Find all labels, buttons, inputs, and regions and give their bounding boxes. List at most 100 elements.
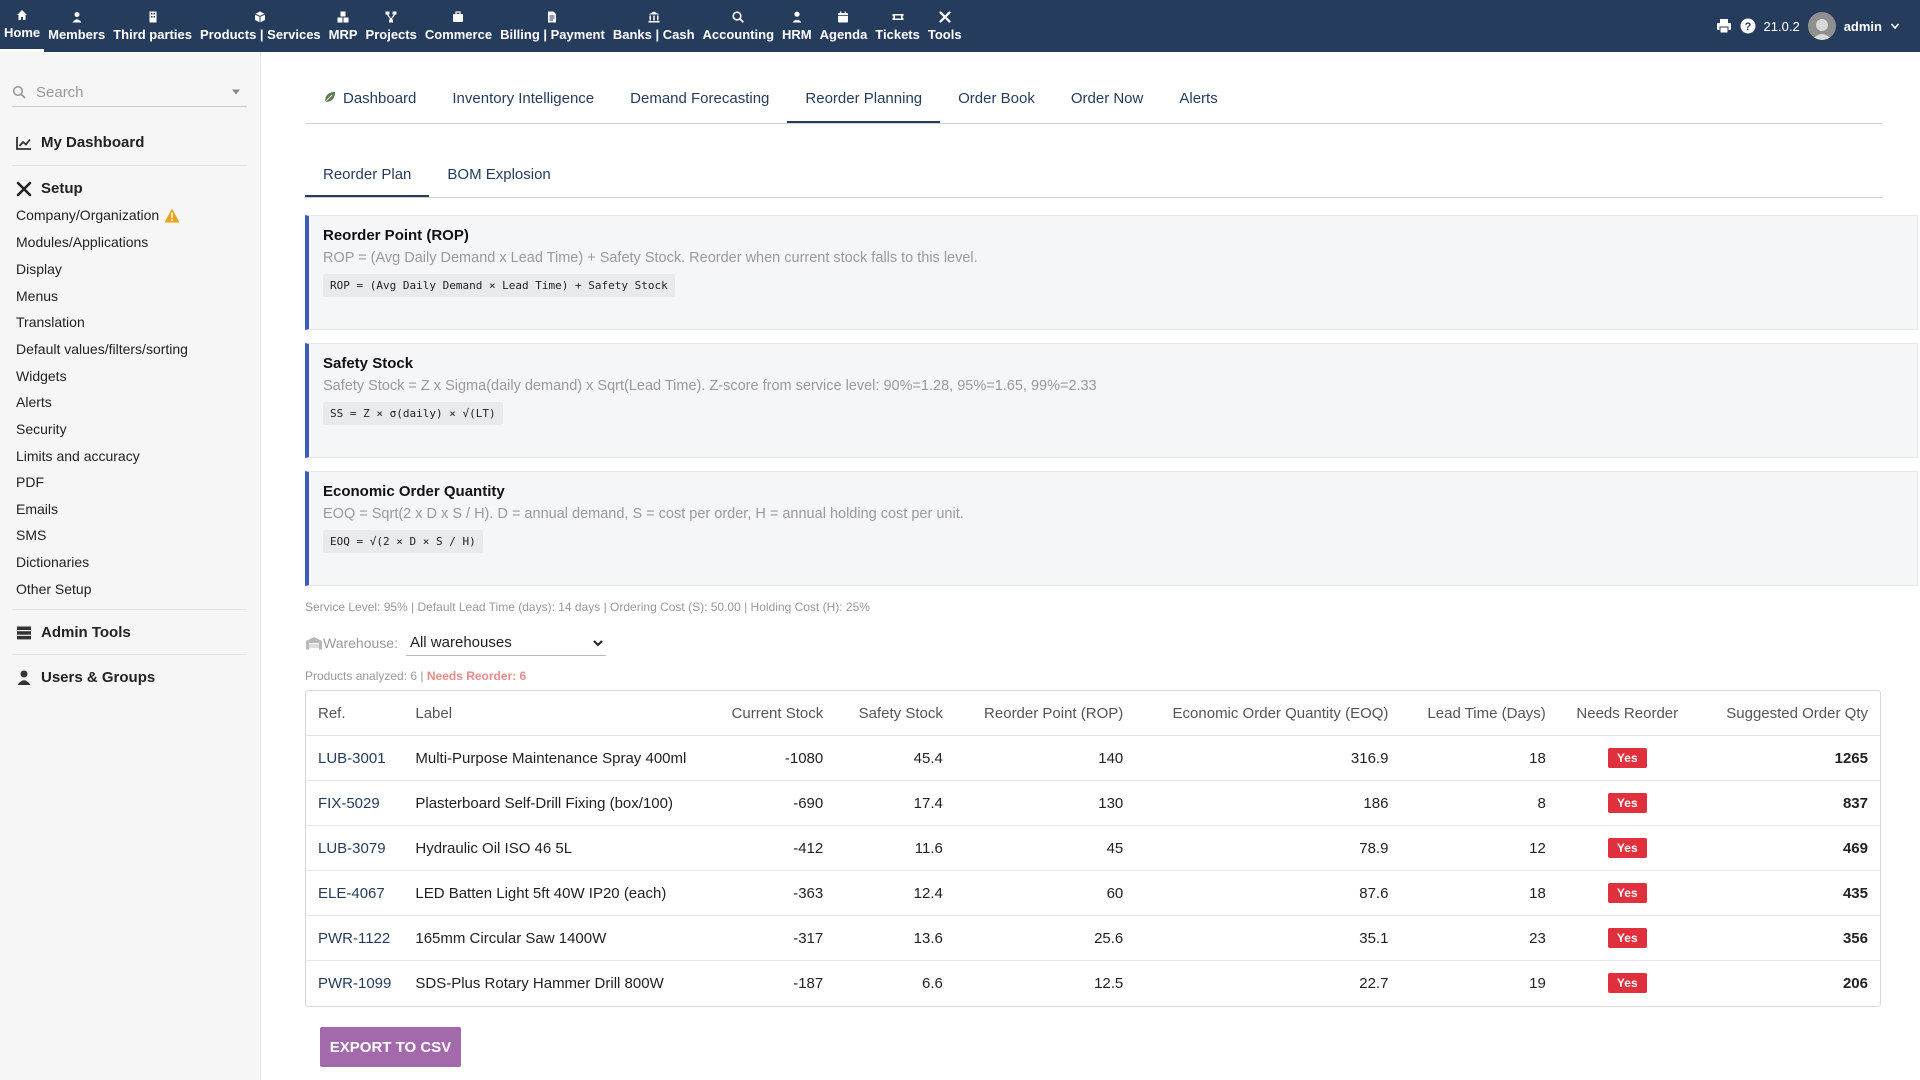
sidebar-item-other-setup[interactable]: Other Setup — [16, 581, 92, 597]
briefcase-icon — [453, 10, 464, 22]
col-needs-reorder[interactable]: Needs Reorder — [1557, 691, 1697, 736]
product-ref-link[interactable]: LUB-3079 — [306, 825, 404, 871]
menu-hrm[interactable]: HRM — [778, 0, 816, 52]
calendar-icon — [838, 11, 849, 22]
tools-icon — [16, 181, 32, 196]
help-icon[interactable]: ? — [1740, 18, 1756, 34]
sidebar-item-widgets[interactable]: Widgets — [16, 368, 67, 384]
info-title: Reorder Point (ROP) — [323, 227, 469, 244]
menu-mrp[interactable]: MRP — [325, 0, 362, 52]
tab-label: Order Book — [958, 90, 1035, 107]
menu-commerce[interactable]: Commerce — [421, 0, 496, 52]
sidebar-item-alerts[interactable]: Alerts — [16, 394, 52, 410]
table-row: ELE-4067 LED Batten Light 5ft 40W IP20 (… — [306, 870, 1880, 916]
col-current-stock[interactable]: Current Stock — [707, 691, 836, 736]
username[interactable]: admin — [1844, 19, 1882, 34]
export-csv-button[interactable]: EXPORT TO CSV — [320, 1027, 461, 1067]
col-rop[interactable]: Reorder Point (ROP) — [954, 691, 1136, 736]
menu-accounting[interactable]: Accounting — [699, 0, 779, 52]
sidebar-item-label: Other Setup — [16, 581, 92, 597]
sidebar-item-security[interactable]: Security — [16, 421, 67, 437]
sidebar-item-default-values[interactable]: Default values/filters/sorting — [16, 341, 188, 357]
menu-label: Members — [48, 26, 106, 42]
eoq: 186 — [1135, 780, 1401, 826]
sidebar-item-menus[interactable]: Menus — [16, 288, 58, 304]
tab-order-now[interactable]: Order Now — [1053, 80, 1162, 123]
product-ref-link[interactable]: PWR-1099 — [306, 961, 403, 1006]
menu-home[interactable]: Home — [0, 0, 45, 52]
col-ref[interactable]: Ref. — [306, 691, 404, 736]
product-ref-link[interactable]: LUB-3001 — [306, 735, 404, 781]
tab-order-book[interactable]: Order Book — [940, 80, 1053, 123]
chevron-down-icon[interactable] — [1890, 21, 1900, 31]
menu-third-parties[interactable]: Third parties — [109, 0, 196, 52]
left-sidebar: Search My Dashboard Setup Company/Organi… — [0, 52, 261, 1080]
tab-label: BOM Explosion — [447, 166, 551, 183]
warehouse-label: Warehouse: — [323, 635, 398, 651]
table-row: PWR-1099 SDS-Plus Rotary Hammer Drill 80… — [306, 961, 1880, 1006]
my-dashboard-link[interactable]: My Dashboard — [16, 134, 144, 151]
product-ref-link[interactable]: FIX-5029 — [306, 780, 404, 826]
menu-members[interactable]: Members — [44, 0, 109, 52]
sidebar-item-emails[interactable]: Emails — [16, 501, 58, 517]
menu-label: MRP — [328, 26, 358, 42]
menu-label: Banks | Cash — [612, 26, 695, 42]
sidebar-item-sms[interactable]: SMS — [16, 527, 46, 543]
users-groups-link[interactable]: Users & Groups — [16, 669, 155, 686]
menu-agenda[interactable]: Agenda — [816, 0, 872, 52]
sidebar-item-translation[interactable]: Translation — [16, 314, 85, 330]
sidebar-item-dictionaries[interactable]: Dictionaries — [16, 554, 89, 570]
sidebar-item-display[interactable]: Display — [16, 261, 62, 277]
col-label[interactable]: Label — [403, 691, 708, 736]
sidebar-divider — [12, 165, 247, 166]
sidebar-item-label: Default values/filters/sorting — [16, 341, 188, 357]
avatar[interactable] — [1807, 12, 1836, 40]
tab-inventory-intelligence[interactable]: Inventory Intelligence — [434, 80, 612, 123]
tab-bom-explosion[interactable]: BOM Explosion — [429, 154, 568, 197]
sidebar-item-limits[interactable]: Limits and accuracy — [16, 448, 140, 464]
info-title: Safety Stock — [323, 355, 414, 372]
menu-tools[interactable]: Tools — [924, 0, 966, 52]
dropdown-caret-icon[interactable] — [231, 89, 241, 95]
col-eoq[interactable]: Economic Order Quantity (EOQ) — [1135, 691, 1401, 736]
tab-reorder-plan[interactable]: Reorder Plan — [305, 154, 430, 197]
admin-tools-link[interactable]: Admin Tools — [16, 624, 131, 641]
table-row: LUB-3001 Multi-Purpose Maintenance Spray… — [306, 735, 1880, 781]
warehouse-select[interactable]: All warehouses — [405, 630, 606, 656]
search-box[interactable]: Search — [12, 78, 247, 107]
tab-label: Demand Forecasting — [630, 90, 770, 107]
product-ref-link[interactable]: PWR-1122 — [306, 915, 404, 961]
info-description: EOQ = Sqrt(2 x D x S / H). D = annual de… — [323, 506, 964, 522]
print-icon[interactable] — [1716, 18, 1732, 34]
tab-label: Dashboard — [343, 90, 417, 107]
menu-products-services[interactable]: Products | Services — [196, 0, 325, 52]
product-ref-link[interactable]: ELE-4067 — [306, 870, 404, 916]
sidebar-item-pdf[interactable]: PDF — [16, 474, 44, 490]
setup-link[interactable]: Setup — [16, 180, 83, 197]
user-icon — [17, 670, 31, 685]
tab-dashboard[interactable]: Dashboard — [305, 80, 434, 123]
col-lead-time[interactable]: Lead Time (Days) — [1400, 691, 1558, 736]
menu-label: Projects — [365, 26, 417, 42]
tab-reorder-planning[interactable]: Reorder Planning — [787, 80, 941, 123]
product-label: SDS-Plus Rotary Hammer Drill 800W — [415, 974, 664, 992]
sidebar-item-label: Translation — [16, 314, 85, 330]
sidebar-item-modules[interactable]: Modules/Applications — [16, 234, 148, 250]
lead-time: 12 — [1400, 825, 1558, 871]
tab-alerts[interactable]: Alerts — [1161, 80, 1235, 123]
menu-tickets[interactable]: Tickets — [871, 0, 924, 52]
menu-billing-payment[interactable]: Billing | Payment — [496, 0, 609, 52]
col-suggested-qty[interactable]: Suggested Order Qty — [1696, 691, 1880, 736]
menu-label: Billing | Payment — [500, 26, 605, 42]
col-safety-stock[interactable]: Safety Stock — [835, 691, 955, 736]
module-tabs: Dashboard Inventory Intelligence Demand … — [305, 80, 1882, 124]
menu-label: Agenda — [819, 26, 868, 42]
menu-projects[interactable]: Projects — [362, 0, 421, 52]
suggested-qty: 206 — [1842, 974, 1868, 992]
current-stock: -412 — [707, 825, 836, 871]
tab-demand-forecasting[interactable]: Demand Forecasting — [612, 80, 787, 123]
eoq: 87.6 — [1135, 870, 1401, 916]
menu-banks-cash[interactable]: Banks | Cash — [609, 0, 699, 52]
sidebar-item-company[interactable]: Company/Organization — [16, 207, 180, 223]
info-box-eoq: Economic Order Quantity EOQ = Sqrt(2 x D… — [305, 471, 1918, 586]
